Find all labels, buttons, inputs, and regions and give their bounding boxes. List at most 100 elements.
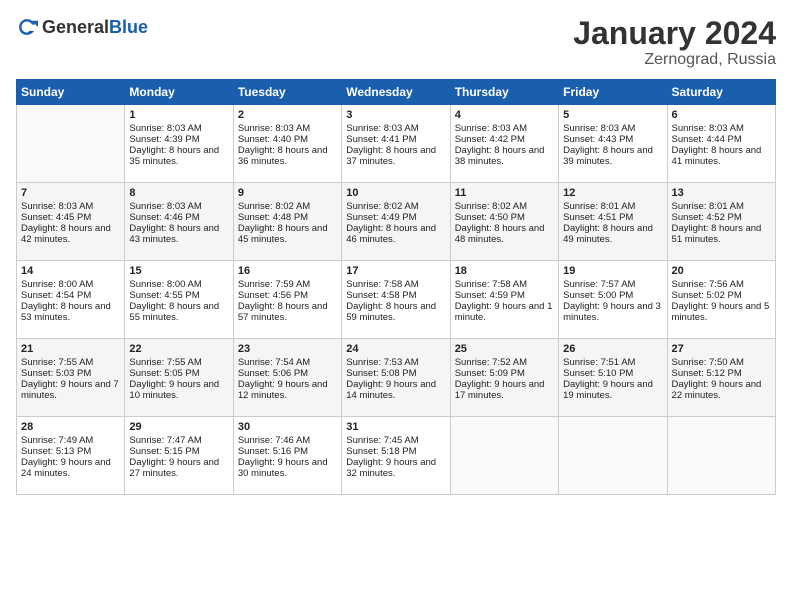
- table-row: 26Sunrise: 7:51 AMSunset: 5:10 PMDayligh…: [559, 339, 667, 417]
- day-number: 15: [129, 265, 228, 277]
- cell-detail: Sunset: 5:02 PM: [672, 290, 771, 301]
- day-number: 5: [563, 109, 662, 121]
- cell-detail: Sunrise: 7:49 AM: [21, 435, 120, 446]
- cell-detail: Sunset: 5:00 PM: [563, 290, 662, 301]
- day-number: 29: [129, 421, 228, 433]
- cell-detail: Sunrise: 7:47 AM: [129, 435, 228, 446]
- cell-detail: Daylight: 8 hours and 43 minutes.: [129, 223, 228, 245]
- cell-detail: Daylight: 8 hours and 38 minutes.: [455, 145, 554, 167]
- day-number: 21: [21, 343, 120, 355]
- cell-detail: Sunset: 4:56 PM: [238, 290, 337, 301]
- cell-detail: Sunset: 5:09 PM: [455, 368, 554, 379]
- table-row: 9Sunrise: 8:02 AMSunset: 4:48 PMDaylight…: [233, 183, 341, 261]
- table-row: [450, 417, 558, 495]
- table-row: [667, 417, 775, 495]
- cell-detail: Daylight: 8 hours and 57 minutes.: [238, 301, 337, 323]
- day-number: 9: [238, 187, 337, 199]
- day-number: 19: [563, 265, 662, 277]
- cell-detail: Sunrise: 8:03 AM: [563, 123, 662, 134]
- cell-detail: Sunset: 4:50 PM: [455, 212, 554, 223]
- table-row: 20Sunrise: 7:56 AMSunset: 5:02 PMDayligh…: [667, 261, 775, 339]
- cell-detail: Sunrise: 8:00 AM: [21, 279, 120, 290]
- day-number: 24: [346, 343, 445, 355]
- cell-detail: Sunrise: 7:53 AM: [346, 357, 445, 368]
- cell-detail: Sunrise: 8:01 AM: [672, 201, 771, 212]
- logo-text: GeneralBlue: [42, 17, 148, 38]
- cell-detail: Daylight: 9 hours and 24 minutes.: [21, 457, 120, 479]
- col-saturday: Saturday: [667, 80, 775, 105]
- day-number: 2: [238, 109, 337, 121]
- cell-detail: Sunrise: 7:55 AM: [129, 357, 228, 368]
- day-number: 13: [672, 187, 771, 199]
- day-number: 22: [129, 343, 228, 355]
- cell-detail: Sunrise: 7:46 AM: [238, 435, 337, 446]
- table-row: 14Sunrise: 8:00 AMSunset: 4:54 PMDayligh…: [17, 261, 125, 339]
- table-row: 4Sunrise: 8:03 AMSunset: 4:42 PMDaylight…: [450, 105, 558, 183]
- table-row: 11Sunrise: 8:02 AMSunset: 4:50 PMDayligh…: [450, 183, 558, 261]
- cell-detail: Sunrise: 7:59 AM: [238, 279, 337, 290]
- day-number: 1: [129, 109, 228, 121]
- cell-detail: Sunset: 4:46 PM: [129, 212, 228, 223]
- day-number: 11: [455, 187, 554, 199]
- cell-detail: Sunrise: 7:58 AM: [346, 279, 445, 290]
- cell-detail: Sunset: 5:10 PM: [563, 368, 662, 379]
- cell-detail: Daylight: 9 hours and 7 minutes.: [21, 379, 120, 401]
- day-number: 30: [238, 421, 337, 433]
- day-number: 7: [21, 187, 120, 199]
- cell-detail: Sunset: 4:49 PM: [346, 212, 445, 223]
- cell-detail: Sunset: 4:39 PM: [129, 134, 228, 145]
- cell-detail: Daylight: 9 hours and 3 minutes.: [563, 301, 662, 323]
- table-row: [17, 105, 125, 183]
- cell-detail: Sunrise: 7:50 AM: [672, 357, 771, 368]
- cell-detail: Daylight: 9 hours and 1 minute.: [455, 301, 554, 323]
- calendar-header-row: Sunday Monday Tuesday Wednesday Thursday…: [17, 80, 776, 105]
- cell-detail: Daylight: 9 hours and 10 minutes.: [129, 379, 228, 401]
- cell-detail: Daylight: 9 hours and 27 minutes.: [129, 457, 228, 479]
- day-number: 4: [455, 109, 554, 121]
- cell-detail: Sunrise: 7:45 AM: [346, 435, 445, 446]
- table-row: 7Sunrise: 8:03 AMSunset: 4:45 PMDaylight…: [17, 183, 125, 261]
- cell-detail: Sunset: 4:58 PM: [346, 290, 445, 301]
- day-number: 3: [346, 109, 445, 121]
- cell-detail: Sunrise: 7:52 AM: [455, 357, 554, 368]
- calendar-title: January 2024: [573, 16, 776, 51]
- cell-detail: Sunset: 5:08 PM: [346, 368, 445, 379]
- cell-detail: Daylight: 8 hours and 42 minutes.: [21, 223, 120, 245]
- cell-detail: Daylight: 8 hours and 51 minutes.: [672, 223, 771, 245]
- logo: GeneralBlue: [16, 16, 148, 38]
- day-number: 31: [346, 421, 445, 433]
- cell-detail: Sunrise: 7:54 AM: [238, 357, 337, 368]
- day-number: 27: [672, 343, 771, 355]
- table-row: 31Sunrise: 7:45 AMSunset: 5:18 PMDayligh…: [342, 417, 450, 495]
- table-row: 30Sunrise: 7:46 AMSunset: 5:16 PMDayligh…: [233, 417, 341, 495]
- day-number: 18: [455, 265, 554, 277]
- cell-detail: Daylight: 8 hours and 45 minutes.: [238, 223, 337, 245]
- table-row: 6Sunrise: 8:03 AMSunset: 4:44 PMDaylight…: [667, 105, 775, 183]
- title-block: January 2024 Zernograd, Russia: [573, 16, 776, 69]
- logo-blue: Blue: [109, 17, 148, 37]
- day-number: 23: [238, 343, 337, 355]
- table-row: 1Sunrise: 8:03 AMSunset: 4:39 PMDaylight…: [125, 105, 233, 183]
- cell-detail: Sunset: 4:52 PM: [672, 212, 771, 223]
- col-wednesday: Wednesday: [342, 80, 450, 105]
- cell-detail: Sunset: 4:45 PM: [21, 212, 120, 223]
- cell-detail: Sunrise: 7:55 AM: [21, 357, 120, 368]
- table-row: 5Sunrise: 8:03 AMSunset: 4:43 PMDaylight…: [559, 105, 667, 183]
- col-thursday: Thursday: [450, 80, 558, 105]
- cell-detail: Daylight: 8 hours and 41 minutes.: [672, 145, 771, 167]
- logo-general: General: [42, 17, 109, 37]
- cell-detail: Daylight: 9 hours and 17 minutes.: [455, 379, 554, 401]
- cell-detail: Daylight: 8 hours and 35 minutes.: [129, 145, 228, 167]
- col-sunday: Sunday: [17, 80, 125, 105]
- table-row: 28Sunrise: 7:49 AMSunset: 5:13 PMDayligh…: [17, 417, 125, 495]
- cell-detail: Sunrise: 8:02 AM: [238, 201, 337, 212]
- cell-detail: Sunset: 5:13 PM: [21, 446, 120, 457]
- day-number: 6: [672, 109, 771, 121]
- day-number: 10: [346, 187, 445, 199]
- cell-detail: Daylight: 8 hours and 48 minutes.: [455, 223, 554, 245]
- cell-detail: Sunset: 4:42 PM: [455, 134, 554, 145]
- day-number: 25: [455, 343, 554, 355]
- page-header: GeneralBlue January 2024 Zernograd, Russ…: [16, 16, 776, 69]
- table-row: 18Sunrise: 7:58 AMSunset: 4:59 PMDayligh…: [450, 261, 558, 339]
- table-row: 19Sunrise: 7:57 AMSunset: 5:00 PMDayligh…: [559, 261, 667, 339]
